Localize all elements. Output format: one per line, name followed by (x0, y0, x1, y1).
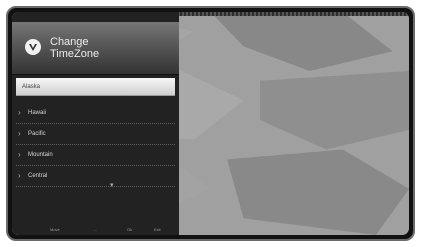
menu-item-central[interactable]: › Central (16, 167, 175, 187)
tv-screen: Change TimeZone Alaska › Hawaii › Pacifi… (12, 12, 409, 235)
footer-ok-label: Ok (127, 227, 133, 232)
menu-title-line1: Change (50, 36, 89, 48)
footer-exit-label: Exit (154, 227, 161, 232)
timezone-menu-panel: Change TimeZone Alaska › Hawaii › Pacifi… (12, 12, 179, 235)
menu-item-label: Alaska (22, 84, 41, 90)
menu-item-hawaii[interactable]: › Hawaii (16, 104, 175, 124)
vizio-logo-icon (25, 39, 41, 55)
menu-title: Change TimeZone (50, 36, 99, 60)
menu-item-label: Mountain (28, 152, 53, 158)
chevron-right-icon: › (18, 108, 21, 117)
footer-back-label: ... (94, 227, 98, 232)
chevron-right-icon: › (18, 129, 21, 138)
menu-item-label: Central (28, 173, 48, 179)
footer-move-label: Move (50, 227, 60, 232)
chevron-right-icon: › (18, 171, 21, 180)
menu-title-line2: TimeZone (50, 48, 100, 60)
menu-item-mountain[interactable]: › Mountain (16, 146, 175, 166)
tv-screen-frame: Change TimeZone Alaska › Hawaii › Pacifi… (6, 6, 415, 241)
menu-footer: Move ... Ok Exit (12, 219, 179, 235)
menu-item-pacific[interactable]: › Pacific (16, 125, 175, 145)
menu-item-label: Pacific (28, 131, 46, 137)
menu-item-alaska[interactable]: Alaska (16, 78, 175, 96)
chevron-right-icon: › (18, 150, 21, 159)
menu-item-label: Hawaii (28, 110, 47, 116)
menu-header: Change TimeZone (12, 22, 179, 75)
down-arrow-icon[interactable]: ▾ (110, 182, 114, 189)
